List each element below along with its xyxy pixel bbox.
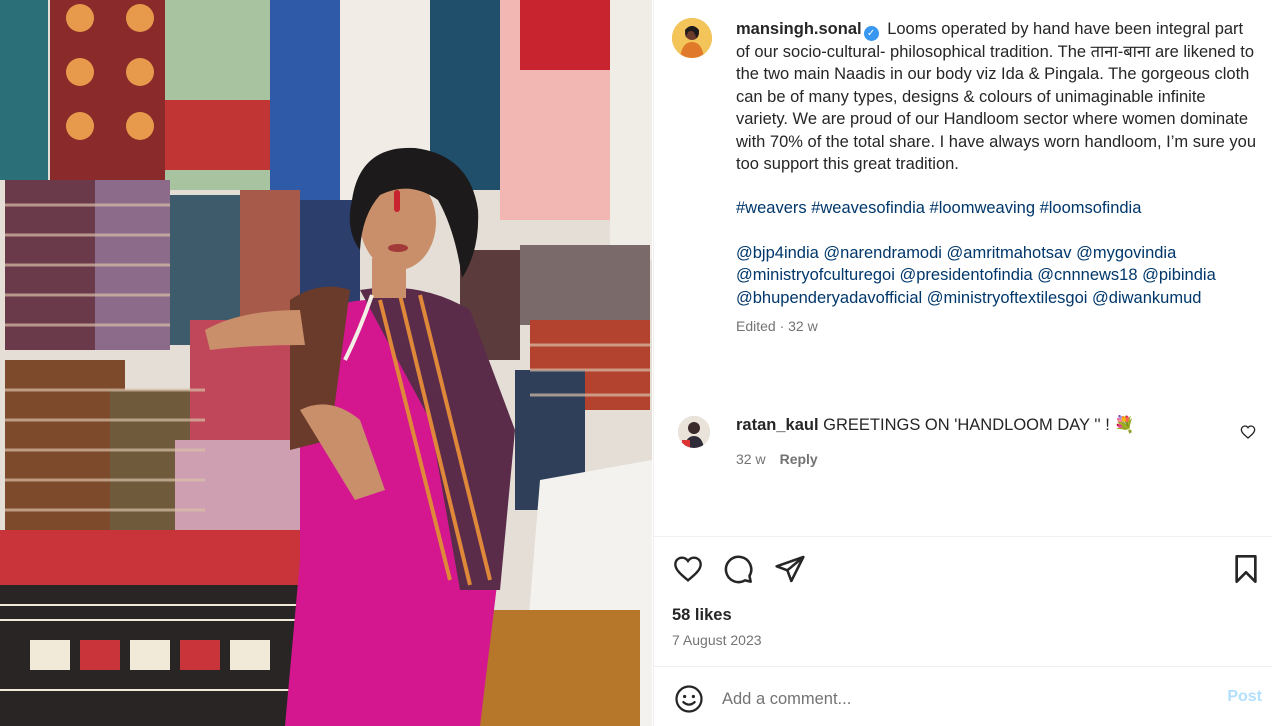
comment-text: GREETINGS ON 'HANDLOOM DAY '' ! 💐 <box>823 416 1135 434</box>
commenter-avatar[interactable] <box>678 416 710 448</box>
caption-mentions[interactable]: @bjp4india @narendramodi @amritmahotsav … <box>736 242 1261 309</box>
divider <box>654 666 1272 667</box>
caption-hashtags[interactable]: #weavers #weavesofindia #loomweaving #lo… <box>736 197 1261 219</box>
send-paper-plane-icon[interactable] <box>774 553 806 585</box>
comment-bubble-icon[interactable] <box>722 553 754 585</box>
likes-count[interactable]: 58 likes <box>672 606 732 625</box>
reply-button[interactable]: Reply <box>780 451 818 467</box>
comment-meta: 32 w Reply <box>736 448 1216 470</box>
heart-icon[interactable] <box>672 553 704 585</box>
caption-body: mansingh.sonal ✓ Looms operated by hand h… <box>736 18 1261 337</box>
comment-age: 32 w <box>736 451 766 467</box>
commenter-avatar-image <box>678 416 710 448</box>
comment-body: ratan_kaul GREETINGS ON 'HANDLOOM DAY ''… <box>736 414 1216 470</box>
post-comment-button[interactable]: Post <box>1227 688 1262 706</box>
author-username[interactable]: mansingh.sonal <box>736 20 862 38</box>
divider <box>654 536 1272 537</box>
commenter-username[interactable]: ratan_kaul <box>736 416 819 434</box>
emoji-smiley-icon[interactable] <box>674 684 704 714</box>
caption-edited-time: Edited · 32 w <box>736 318 818 335</box>
add-comment-row: Post <box>672 682 1262 716</box>
bookmark-icon[interactable] <box>1230 553 1262 585</box>
caption-text: Looms operated by hand have been integra… <box>736 20 1257 174</box>
add-comment-input[interactable] <box>722 684 1192 714</box>
post-action-bar <box>672 553 1262 587</box>
post-side-panel: mansingh.sonal ✓ Looms operated by hand h… <box>653 0 1272 726</box>
instagram-post-view: mansingh.sonal ✓ Looms operated by hand h… <box>0 0 1272 726</box>
author-avatar[interactable] <box>672 18 712 58</box>
comment-like-heart-icon[interactable] <box>1240 424 1256 440</box>
post-photo[interactable] <box>0 0 652 726</box>
photo-illustration <box>0 0 652 726</box>
verified-badge-icon: ✓ <box>863 26 879 41</box>
author-avatar-image <box>672 18 712 58</box>
post-date[interactable]: 7 August 2023 <box>672 632 762 648</box>
